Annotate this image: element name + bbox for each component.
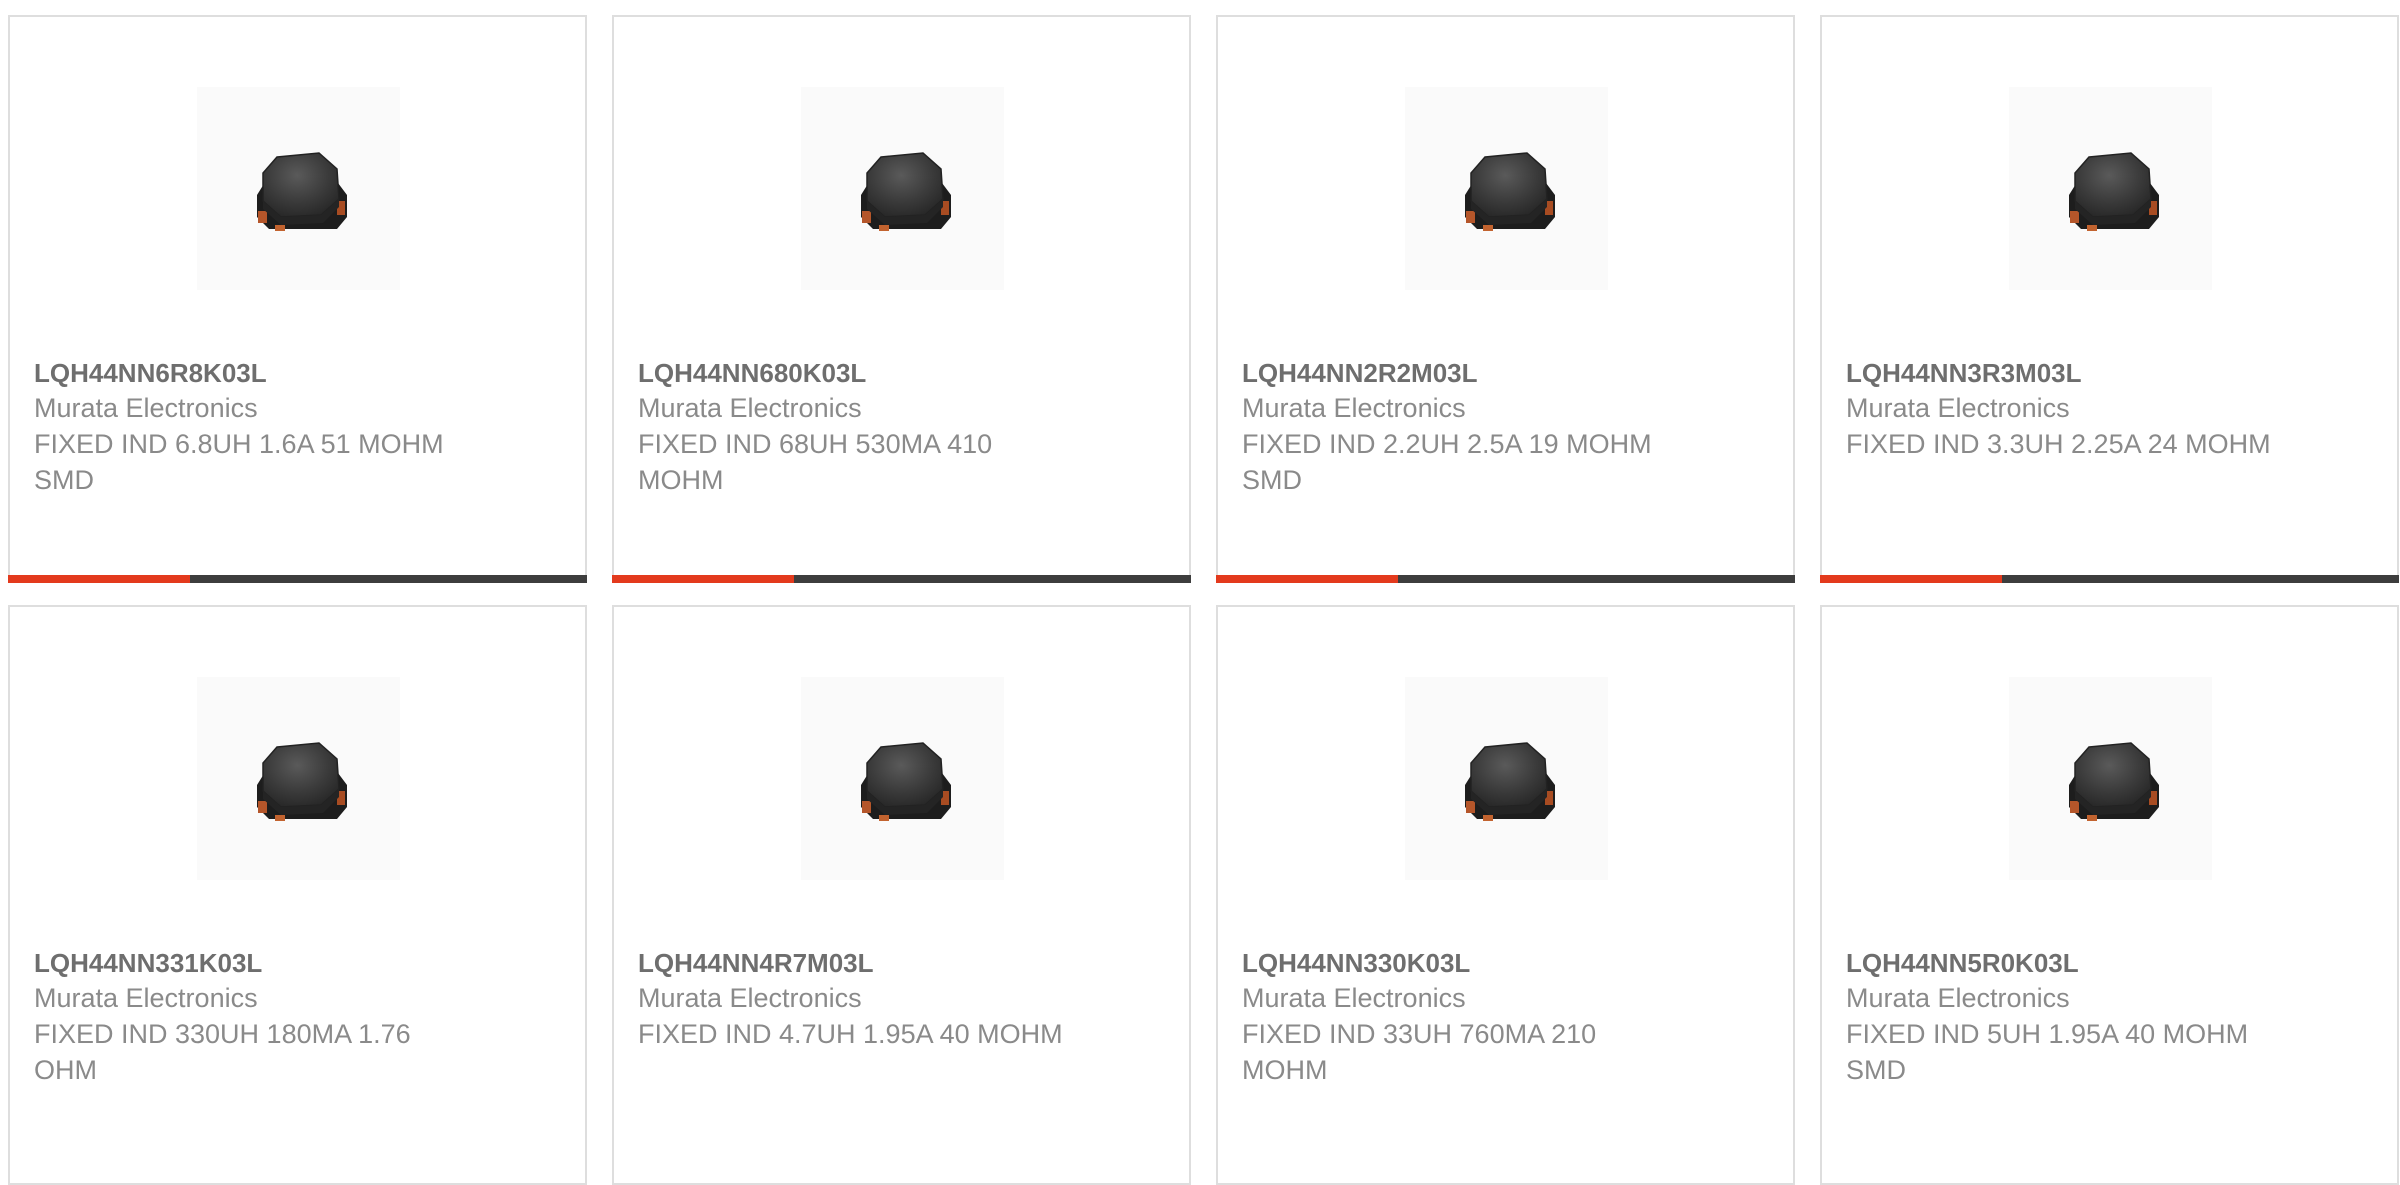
product-description: FIXED IND 33UH 760MA 210 MOHM: [1242, 1019, 1597, 1085]
part-number-link[interactable]: LQH44NN3R3M03L: [1846, 356, 2373, 390]
part-number-link[interactable]: LQH44NN331K03L: [34, 946, 561, 980]
product-info: LQH44NN5R0K03L Murata Electronics FIXED …: [1846, 946, 2373, 1088]
product-image[interactable]: [2009, 677, 2212, 880]
product-image[interactable]: [1405, 677, 1608, 880]
product-image[interactable]: [801, 677, 1004, 880]
card-hover-bar: [8, 575, 587, 583]
manufacturer-name: Murata Electronics: [638, 983, 862, 1013]
product-description: FIXED IND 4.7UH 1.95A 40 MOHM: [638, 1019, 1063, 1049]
card-hover-bar: [612, 575, 1191, 583]
product-info: LQH44NN2R2M03L Murata Electronics FIXED …: [1242, 356, 1769, 498]
manufacturer-name: Murata Electronics: [1846, 393, 2070, 423]
part-number-link[interactable]: LQH44NN680K03L: [638, 356, 1165, 390]
card-hover-bar-accent: [1216, 575, 1399, 583]
product-info: LQH44NN4R7M03L Murata Electronics FIXED …: [638, 946, 1165, 1052]
product-image[interactable]: [197, 87, 400, 290]
manufacturer-name: Murata Electronics: [1242, 983, 1466, 1013]
product-description: FIXED IND 68UH 530MA 410 MOHM: [638, 429, 993, 495]
smd-inductor-icon: [2068, 152, 2160, 232]
product-info: LQH44NN680K03L Murata Electronics FIXED …: [638, 356, 1165, 498]
product-info: LQH44NN331K03L Murata Electronics FIXED …: [34, 946, 561, 1088]
product-info: LQH44NN6R8K03L Murata Electronics FIXED …: [34, 356, 561, 498]
product-image[interactable]: [2009, 87, 2212, 290]
product-image[interactable]: [1405, 87, 1608, 290]
product-info: LQH44NN330K03L Murata Electronics FIXED …: [1242, 946, 1769, 1088]
smd-inductor-icon: [2068, 742, 2160, 822]
smd-inductor-icon: [860, 152, 952, 232]
manufacturer-name: Murata Electronics: [1242, 393, 1466, 423]
part-number-link[interactable]: LQH44NN2R2M03L: [1242, 356, 1769, 390]
product-info: LQH44NN3R3M03L Murata Electronics FIXED …: [1846, 356, 2373, 462]
smd-inductor-icon: [860, 742, 952, 822]
manufacturer-name: Murata Electronics: [1846, 983, 2070, 1013]
product-grid: LQH44NN6R8K03L Murata Electronics FIXED …: [8, 15, 2399, 1185]
card-hover-bar-accent: [612, 575, 795, 583]
product-card[interactable]: LQH44NN6R8K03L Murata Electronics FIXED …: [8, 15, 587, 583]
product-card[interactable]: LQH44NN4R7M03L Murata Electronics FIXED …: [612, 605, 1191, 1185]
smd-inductor-icon: [256, 742, 348, 822]
card-hover-bar: [1216, 575, 1795, 583]
part-number-link[interactable]: LQH44NN6R8K03L: [34, 356, 561, 390]
product-description: FIXED IND 6.8UH 1.6A 51 MOHM SMD: [34, 429, 444, 495]
product-card[interactable]: LQH44NN330K03L Murata Electronics FIXED …: [1216, 605, 1795, 1185]
product-card[interactable]: LQH44NN5R0K03L Murata Electronics FIXED …: [1820, 605, 2399, 1185]
manufacturer-name: Murata Electronics: [34, 983, 258, 1013]
part-number-link[interactable]: LQH44NN330K03L: [1242, 946, 1769, 980]
product-description: FIXED IND 2.2UH 2.5A 19 MOHM SMD: [1242, 429, 1652, 495]
manufacturer-name: Murata Electronics: [34, 393, 258, 423]
smd-inductor-icon: [256, 152, 348, 232]
card-hover-bar-accent: [8, 575, 191, 583]
smd-inductor-icon: [1464, 742, 1556, 822]
product-description: FIXED IND 330UH 180MA 1.76 OHM: [34, 1019, 411, 1085]
part-number-link[interactable]: LQH44NN5R0K03L: [1846, 946, 2373, 980]
smd-inductor-icon: [1464, 152, 1556, 232]
card-hover-bar-accent: [1820, 575, 2003, 583]
card-hover-bar: [1820, 575, 2399, 583]
product-description: FIXED IND 3.3UH 2.25A 24 MOHM: [1846, 429, 2271, 459]
product-card[interactable]: LQH44NN680K03L Murata Electronics FIXED …: [612, 15, 1191, 583]
manufacturer-name: Murata Electronics: [638, 393, 862, 423]
product-image[interactable]: [197, 677, 400, 880]
product-image[interactable]: [801, 87, 1004, 290]
product-description: FIXED IND 5UH 1.95A 40 MOHM SMD: [1846, 1019, 2249, 1085]
product-card[interactable]: LQH44NN2R2M03L Murata Electronics FIXED …: [1216, 15, 1795, 583]
product-card[interactable]: LQH44NN331K03L Murata Electronics FIXED …: [8, 605, 587, 1185]
product-card[interactable]: LQH44NN3R3M03L Murata Electronics FIXED …: [1820, 15, 2399, 583]
part-number-link[interactable]: LQH44NN4R7M03L: [638, 946, 1165, 980]
